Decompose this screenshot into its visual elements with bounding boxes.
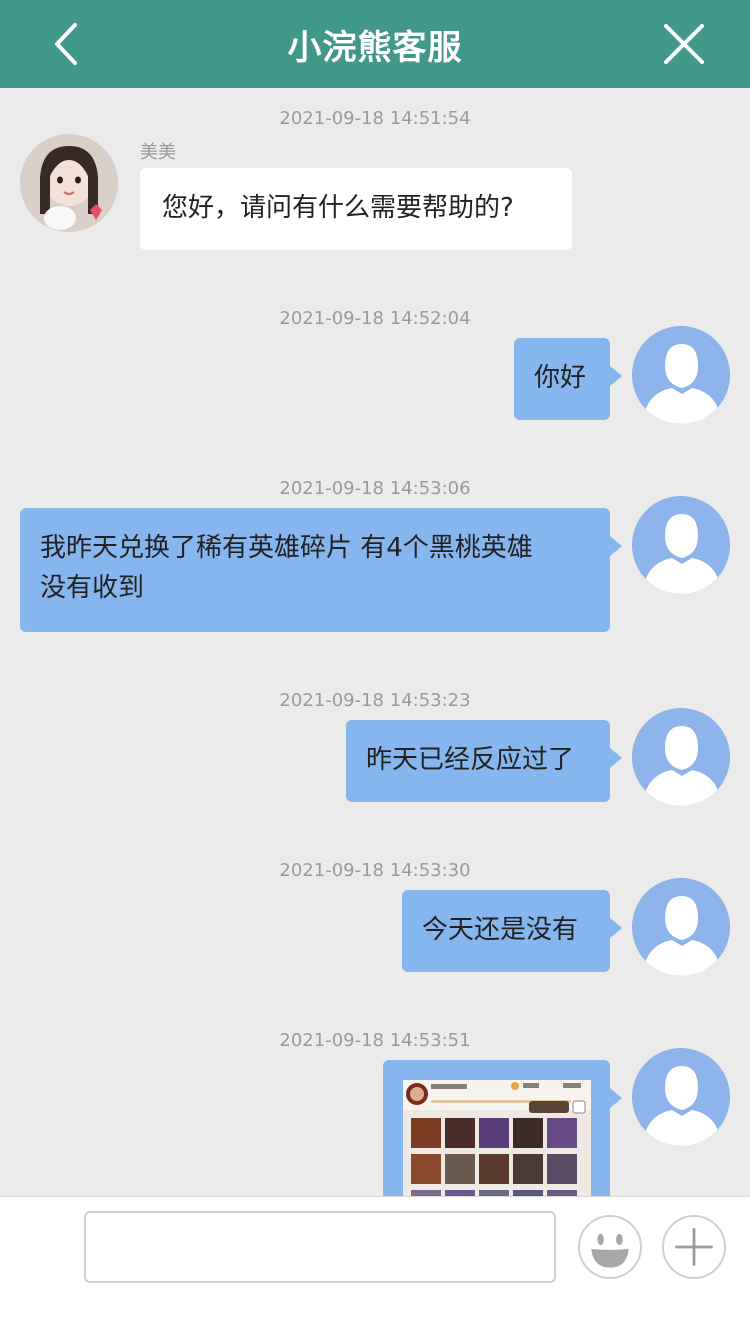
user-message-bubble: 我昨天兑换了稀有英雄碎片 有4个黑桃英雄 没有收到 (20, 508, 622, 632)
user-avatar[interactable] (632, 878, 730, 976)
user-image-bubble[interactable] (383, 1060, 622, 1196)
default-user-icon (632, 708, 730, 806)
game-screenshot-icon (403, 1080, 591, 1196)
default-user-icon (632, 326, 730, 424)
message-text: 你好 (534, 363, 587, 393)
timestamp: 2021-09-18 14:53:30 (279, 860, 471, 881)
default-user-icon (632, 496, 730, 594)
message-text: 您好，请问有什么需要帮助的? (162, 193, 514, 223)
emoji-icon (581, 1218, 639, 1276)
page-title: 小浣熊客服 (287, 27, 463, 68)
message-text-line: 我昨天兑换了稀有英雄碎片 有4个黑桃英雄 (40, 533, 533, 563)
user-message-bubble: 你好 (514, 338, 622, 420)
emoji-button[interactable] (578, 1215, 642, 1279)
timestamp: 2021-09-18 14:51:54 (279, 108, 471, 129)
sender-name: 美美 (140, 142, 176, 163)
message-text: 昨天已经反应过了 (366, 745, 575, 775)
timestamp: 2021-09-18 14:52:04 (279, 308, 471, 329)
default-user-icon (632, 878, 730, 976)
user-avatar[interactable] (632, 326, 730, 424)
user-avatar[interactable] (632, 708, 730, 806)
message-input[interactable] (84, 1211, 556, 1283)
chat-area[interactable]: 2021-09-18 14:51:54 美美 您好，请问有什么需要帮助的? 20… (0, 88, 750, 1196)
header-bar: 小浣熊客服 (0, 0, 750, 88)
message-text: 今天还是没有 (422, 915, 579, 945)
close-icon (664, 24, 704, 64)
user-message-bubble: 今天还是没有 (402, 890, 622, 972)
close-button[interactable] (658, 18, 710, 70)
timestamp: 2021-09-18 14:53:23 (279, 690, 471, 711)
agent-avatar[interactable] (20, 134, 118, 232)
default-user-icon (632, 1048, 730, 1146)
chat-app: 小浣熊客服 2021-09-18 14:51:54 美美 您好，请问有什么需要帮… (0, 0, 750, 1334)
user-avatar[interactable] (632, 496, 730, 594)
timestamp: 2021-09-18 14:53:06 (279, 478, 471, 499)
message-text-line: 没有收到 (40, 573, 145, 603)
plus-icon (675, 1228, 713, 1266)
input-bar (0, 1196, 750, 1334)
timestamp: 2021-09-18 14:53:51 (279, 1030, 471, 1051)
plus-button[interactable] (662, 1215, 726, 1279)
agent-photo-icon (20, 134, 118, 232)
user-avatar[interactable] (632, 1048, 730, 1146)
user-message-bubble: 昨天已经反应过了 (346, 720, 622, 802)
agent-message-bubble: 您好，请问有什么需要帮助的? (140, 168, 572, 250)
game-screenshot-image[interactable] (403, 1080, 591, 1196)
